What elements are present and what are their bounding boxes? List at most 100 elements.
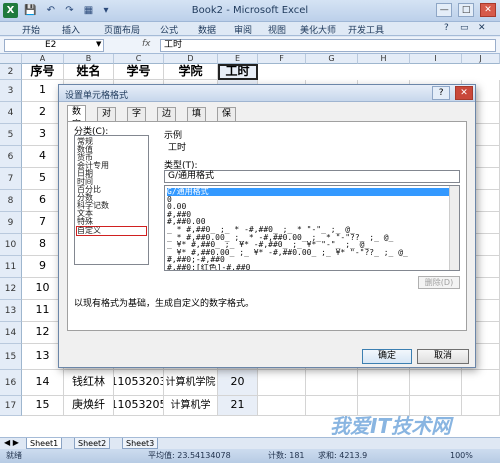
category-list[interactable]: 常规 数值 货币 会计专用 日期 时间 百分比 分数 科学记数 文本 特殊 自定… xyxy=(74,135,149,265)
window-title: Book2 - Microsoft Excel xyxy=(191,5,309,16)
row-header[interactable]: 17 xyxy=(0,396,22,416)
empty-cell[interactable] xyxy=(462,396,500,416)
row-header[interactable]: 16 xyxy=(0,370,22,396)
watermark: 我爱IT技术网 xyxy=(330,414,452,438)
row-header[interactable]: 6 xyxy=(0,146,22,168)
status-average: 平均值: 23.54134078 xyxy=(148,451,231,460)
row-header[interactable]: 10 xyxy=(0,234,22,256)
tab-review[interactable]: 审阅 xyxy=(234,23,252,36)
row-header[interactable]: 12 xyxy=(0,278,22,300)
column-header[interactable]: E xyxy=(218,54,258,64)
tab-beautify[interactable]: 美化大师 xyxy=(300,23,336,36)
cell-seq[interactable]: 14 xyxy=(22,370,64,396)
column-header[interactable]: D xyxy=(164,54,218,64)
cell-hours[interactable]: 20 xyxy=(218,370,258,396)
row-header[interactable]: 7 xyxy=(0,168,22,190)
header-cell-name[interactable]: 姓名 xyxy=(64,64,114,80)
cell-id[interactable]: 11053205 xyxy=(114,396,164,416)
maximize-button[interactable]: □ xyxy=(458,3,475,17)
row-header[interactable]: 8 xyxy=(0,190,22,212)
close-button[interactable]: ✕ xyxy=(480,3,496,17)
row-header[interactable]: 3 xyxy=(0,80,22,102)
cancel-button[interactable]: 取消 xyxy=(417,349,469,364)
row-header[interactable]: 5 xyxy=(0,124,22,146)
column-header[interactable]: G xyxy=(306,54,358,64)
sheet-nav-icon[interactable]: ◀ ▶ xyxy=(4,438,19,447)
tab-alignment[interactable]: 对齐 xyxy=(97,107,117,132)
type-input[interactable]: G/通用格式 xyxy=(164,170,460,183)
tab-number[interactable]: 数字 xyxy=(67,105,87,130)
help-icon[interactable]: ? xyxy=(444,23,449,33)
insert-function-icon[interactable]: fx xyxy=(142,39,151,49)
dialog-help-button[interactable]: ? xyxy=(432,86,451,100)
row-header[interactable]: 14 xyxy=(0,322,22,344)
cell-name[interactable]: 庚焕纤 xyxy=(64,396,114,416)
type-list-scrollbar[interactable] xyxy=(449,186,459,270)
tab-view[interactable]: 视图 xyxy=(268,23,286,36)
tab-formulas[interactable]: 公式 xyxy=(160,23,178,36)
tab-data[interactable]: 数据 xyxy=(198,23,216,36)
column-header[interactable]: C xyxy=(114,54,164,64)
tab-home[interactable]: 开始 xyxy=(22,23,40,36)
window-controls: — □ ✕ xyxy=(433,3,496,17)
cell-seq[interactable]: 15 xyxy=(22,396,64,416)
row-header[interactable]: 4 xyxy=(0,102,22,124)
select-all-corner[interactable] xyxy=(0,54,22,64)
column-header[interactable]: J xyxy=(462,54,500,64)
dialog-title-bar[interactable]: 设置单元格格式 ? ✕ xyxy=(59,85,475,102)
tab-fill[interactable]: 填充 xyxy=(187,107,207,132)
tab-developer[interactable]: 开发工具 xyxy=(348,23,384,36)
ok-button[interactable]: 确定 xyxy=(362,349,412,364)
type-item[interactable]: #,##0;[红色]-#,##0 xyxy=(167,264,449,270)
cell-name[interactable]: 钱红林 xyxy=(64,370,114,396)
delete-button[interactable]: 删除(D) xyxy=(418,276,460,289)
sheet-tab[interactable]: Sheet2 xyxy=(74,438,111,449)
tab-protection[interactable]: 保护 xyxy=(217,107,237,132)
minimize-button[interactable]: — xyxy=(436,3,453,17)
cell-college[interactable]: 计算机学 xyxy=(164,396,218,416)
dialog-close-button[interactable]: ✕ xyxy=(455,86,473,100)
empty-cell[interactable] xyxy=(258,396,306,416)
formula-input[interactable]: 工时 xyxy=(160,39,496,52)
cell-id[interactable]: 11053203 xyxy=(114,370,164,396)
name-box[interactable]: E2 xyxy=(4,39,104,52)
tab-border[interactable]: 边框 xyxy=(157,107,177,132)
cell-hours[interactable]: 21 xyxy=(218,396,258,416)
tab-font[interactable]: 字体 xyxy=(127,107,147,132)
column-header[interactable]: B xyxy=(64,54,114,64)
number-tab-panel: 分类(C): 常规 数值 货币 会计专用 日期 时间 百分比 分数 科学记数 文… xyxy=(67,121,467,331)
tab-page-layout[interactable]: 页面布局 xyxy=(104,23,140,36)
header-cell-hours-selected[interactable]: 工时 xyxy=(218,64,258,80)
row-header[interactable]: 2 xyxy=(0,64,22,80)
restore-ribbon-icon[interactable]: ▭ xyxy=(460,23,469,33)
row-header[interactable]: 9 xyxy=(0,212,22,234)
empty-cell[interactable] xyxy=(306,370,358,396)
column-header[interactable]: F xyxy=(258,54,306,64)
row-header[interactable]: 11 xyxy=(0,256,22,278)
empty-cell[interactable] xyxy=(410,370,462,396)
type-list[interactable]: G/通用格式 0 0.00 #,##0 #,##0.00 _ * #,##0_ ;_ * … xyxy=(164,185,460,271)
name-box-dropdown-icon[interactable]: ▼ xyxy=(96,40,101,48)
close-workbook-icon[interactable]: ✕ xyxy=(478,23,486,33)
column-header[interactable]: H xyxy=(358,54,410,64)
category-item-selected[interactable]: 自定义 xyxy=(76,226,147,236)
formula-bar: E2 ▼ fx 工时 xyxy=(0,37,500,54)
header-cell-seq[interactable]: 序号 xyxy=(22,64,64,80)
header-cell-id[interactable]: 学号 xyxy=(114,64,164,80)
row-header[interactable]: 15 xyxy=(0,344,22,370)
status-bar: 就绪 平均值: 23.54134078 计数: 181 求和: 4213.9 1… xyxy=(0,449,500,463)
tab-insert[interactable]: 插入 xyxy=(62,23,80,36)
sheet-tab[interactable]: Sheet3 xyxy=(122,438,159,449)
zoom-level[interactable]: 100% xyxy=(450,449,473,463)
column-header[interactable]: A xyxy=(22,54,64,64)
sheet-tab[interactable]: Sheet1 xyxy=(26,438,63,449)
category-item[interactable]: 特殊 xyxy=(77,218,93,226)
empty-cell[interactable] xyxy=(258,370,306,396)
cell-college[interactable]: 计算机学院 xyxy=(164,370,218,396)
header-cell-college[interactable]: 学院 xyxy=(164,64,218,80)
row-header[interactable]: 13 xyxy=(0,300,22,322)
empty-cell[interactable] xyxy=(462,370,500,396)
column-header[interactable]: I xyxy=(410,54,462,64)
empty-cell[interactable] xyxy=(358,370,410,396)
dialog-title: 设置单元格格式 xyxy=(65,91,129,101)
